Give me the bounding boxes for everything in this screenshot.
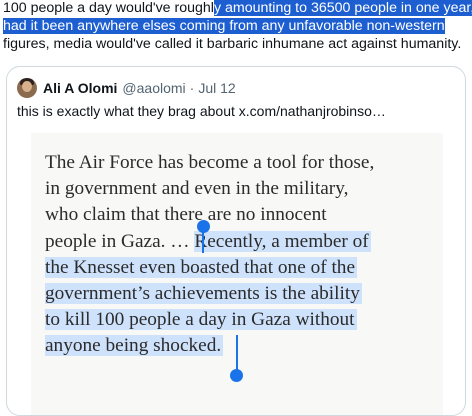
article-line-4-plain: people in Gaza. …	[45, 231, 195, 252]
tweet-line-1: 100 people a day would've roughly amount…	[3, 0, 472, 17]
quoted-tweet-card[interactable]: Ali A Olomi @aaolomi · Jul 12 this is ex…	[6, 66, 466, 416]
article-line-3: who claim that there are no innocent	[45, 204, 327, 225]
quoted-tweet-text: this is exactly what they brag about x.c…	[17, 103, 386, 119]
article-line-6: government’s achievements is the ability	[45, 281, 362, 307]
separator-dot: ·	[189, 80, 195, 96]
article-line-1: The Air Force has become a tool for thos…	[45, 152, 375, 173]
quoted-author-name[interactable]: Ali A Olomi	[43, 80, 117, 96]
article-line-8: anyone being shocked.	[45, 333, 224, 359]
selection-end-caret	[236, 335, 238, 373]
avatar[interactable]	[17, 78, 37, 98]
tweet-line-2: had it been anywhere elses coming from a…	[3, 17, 469, 35]
article-line-7: to kill 100 people a day in Gaza without	[45, 307, 357, 333]
quoted-author-handle[interactable]: @aaolomi	[122, 80, 185, 96]
article-line-4: people in Gaza. … Recently, a member of	[45, 229, 371, 255]
tweet-line-1-selected: y amounting to 36500 people in one year,	[213, 0, 472, 16]
tweet-line-3-plain: figures, media would've called it barbar…	[3, 36, 462, 52]
quoted-date[interactable]: Jul 12	[198, 80, 235, 96]
selection-end-handle[interactable]	[230, 369, 243, 382]
article-line-4-highlight: Recently, a member of	[194, 231, 371, 252]
article-line-8-highlight: anyone being shocked.	[45, 335, 224, 356]
article-line-6-highlight: government’s achievements is the ability	[45, 283, 362, 304]
quoted-tweet-header: Ali A Olomi @aaolomi · Jul 12	[17, 78, 236, 98]
selection-start-caret	[202, 227, 204, 253]
tweet-text: 100 people a day would've roughly amount…	[3, 0, 472, 53]
article-line-7-highlight: to kill 100 people a day in Gaza without	[45, 309, 357, 330]
tweet-line-1-plain: 100 people a day would've roughl	[3, 0, 214, 16]
article-line-5-highlight: the Knesset even boasted that one of the	[45, 257, 358, 278]
tweet-line-3: figures, media would've called it barbar…	[3, 35, 469, 53]
tweet-line-2-selected: had it been anywhere elses coming from a…	[3, 18, 445, 34]
article-line-5: the Knesset even boasted that one of the	[45, 255, 358, 281]
article-line-2: in government and even in the military,	[45, 178, 349, 199]
